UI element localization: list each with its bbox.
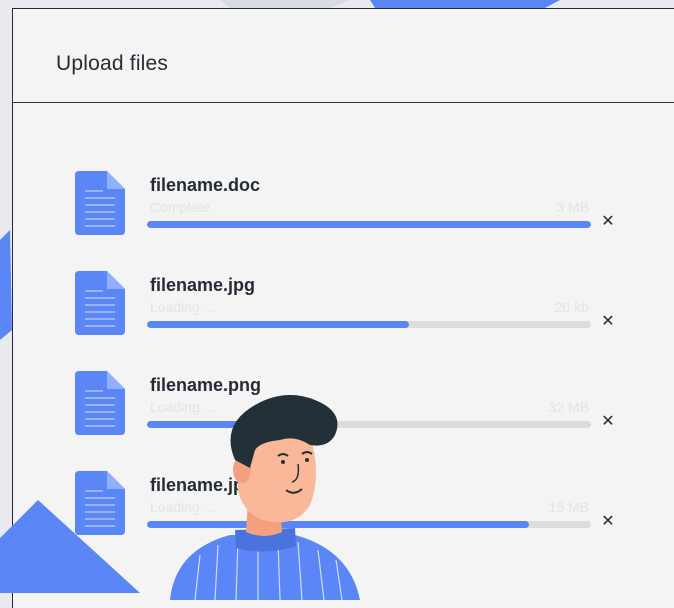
file-row: filename.jpg Loading ... 20 kb ✕ bbox=[75, 271, 635, 341]
remove-file-button[interactable]: ✕ bbox=[601, 313, 615, 330]
person-illustration bbox=[170, 395, 360, 600]
file-status: Complete bbox=[150, 199, 210, 215]
file-status: Loading ... bbox=[150, 299, 216, 315]
file-size: 20 kb bbox=[554, 299, 589, 315]
remove-file-button[interactable]: ✕ bbox=[601, 213, 615, 230]
document-icon bbox=[75, 271, 125, 335]
file-size: 32 MB bbox=[548, 399, 589, 415]
document-icon bbox=[75, 171, 125, 235]
close-icon: ✕ bbox=[601, 513, 615, 530]
progress-fill bbox=[147, 221, 591, 228]
close-icon: ✕ bbox=[601, 413, 615, 430]
header-divider bbox=[13, 102, 674, 103]
document-icon bbox=[75, 471, 125, 535]
file-row: filename.doc Complete 3 MB ✕ bbox=[75, 171, 635, 241]
progress-bar bbox=[147, 221, 591, 228]
file-name: filename.doc bbox=[150, 175, 261, 195]
file-name: filename.jpg bbox=[150, 275, 256, 295]
panel-title: Upload files bbox=[56, 52, 169, 75]
close-icon: ✕ bbox=[601, 313, 615, 330]
progress-bar bbox=[147, 321, 591, 328]
file-size: 3 MB bbox=[556, 199, 589, 215]
close-icon: ✕ bbox=[601, 213, 615, 230]
progress-fill bbox=[147, 321, 409, 328]
remove-file-button[interactable]: ✕ bbox=[601, 413, 615, 430]
remove-file-button[interactable]: ✕ bbox=[601, 513, 615, 530]
document-icon bbox=[75, 371, 125, 435]
file-size: 15 MB bbox=[548, 499, 589, 515]
